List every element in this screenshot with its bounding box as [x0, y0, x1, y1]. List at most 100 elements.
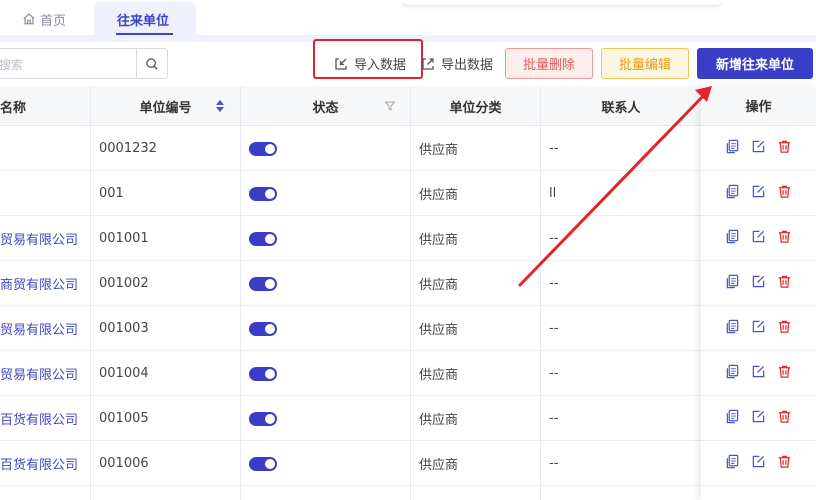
toggle-switch[interactable]	[249, 456, 277, 471]
header-contact[interactable]: 联系人	[541, 86, 701, 126]
cell-name[interactable]: 商贸有限公司	[0, 261, 90, 306]
tab-home-label: 首页	[40, 13, 67, 29]
table-row[interactable]: 001 供应商 ll	[0, 171, 816, 216]
tab-home[interactable]: 首页	[22, 9, 66, 29]
status-toggle[interactable]	[249, 306, 277, 351]
search-input[interactable]: 搜索	[0, 56, 23, 73]
edit-icon[interactable]	[751, 274, 766, 293]
cell-contact: --	[549, 141, 559, 156]
toggle-switch[interactable]	[249, 186, 277, 201]
toggle-switch[interactable]	[249, 276, 277, 291]
row-actions	[701, 126, 816, 171]
toggle-switch[interactable]	[249, 231, 277, 246]
cell-category: 供应商	[419, 233, 459, 248]
cell-code: 001002	[99, 276, 149, 291]
export-icon	[422, 57, 434, 70]
copy-icon[interactable]	[725, 184, 740, 203]
cell-code: 001006	[99, 456, 149, 471]
copy-icon[interactable]	[725, 229, 740, 248]
header-status[interactable]: 状态	[241, 86, 410, 126]
header-category[interactable]: 单位分类	[411, 86, 540, 126]
table-row[interactable]: 商贸有限公司 001002 供应商 --	[0, 261, 816, 306]
row-actions	[701, 171, 816, 216]
cell-code: 001003	[99, 321, 149, 336]
filter-icon[interactable]	[385, 101, 395, 111]
batch-delete-button[interactable]: 批量删除	[505, 48, 593, 79]
cell-name[interactable]: 百货有限公司	[0, 441, 90, 486]
table-row[interactable]: 贸易有限公司 001001 供应商 --	[0, 216, 816, 261]
edit-icon[interactable]	[751, 364, 766, 383]
header-name[interactable]: 名称	[0, 86, 60, 126]
cell-contact: --	[549, 456, 559, 471]
delete-icon[interactable]	[777, 184, 792, 203]
cell-name[interactable]: 贸易有限公司	[0, 306, 90, 351]
cell-category: 供应商	[419, 278, 459, 293]
copy-icon[interactable]	[725, 319, 740, 338]
tab-partner-units[interactable]: 往来单位	[94, 2, 196, 38]
copy-icon[interactable]	[725, 409, 740, 428]
tab-active-label: 往来单位	[117, 14, 170, 29]
cell-name[interactable]: 贸易有限公司	[0, 351, 90, 396]
sort-icon[interactable]	[216, 100, 224, 112]
status-toggle[interactable]	[249, 351, 277, 396]
delete-icon[interactable]	[777, 364, 792, 383]
search-box: 搜索	[0, 48, 168, 79]
cell-name[interactable]	[0, 126, 90, 171]
export-data-label: 导出数据	[441, 58, 494, 73]
table-header: 名称 单位编号 状态 单位分类 联系人	[0, 86, 816, 126]
status-toggle[interactable]	[249, 126, 277, 171]
copy-icon[interactable]	[725, 364, 740, 383]
table-row[interactable]: 百货有限公司 001006 供应商 --	[0, 441, 816, 486]
edit-icon[interactable]	[751, 229, 766, 248]
table-row[interactable]: 百货有限公司 001005 供应商 --	[0, 396, 816, 441]
toggle-switch[interactable]	[249, 321, 277, 336]
status-toggle[interactable]	[249, 261, 277, 306]
cell-contact: --	[549, 366, 559, 381]
header-status-label: 状态	[312, 100, 339, 116]
copy-icon[interactable]	[725, 274, 740, 293]
status-toggle[interactable]	[249, 216, 277, 261]
edit-icon[interactable]	[751, 184, 766, 203]
status-toggle[interactable]	[249, 441, 277, 486]
edit-icon[interactable]	[751, 454, 766, 473]
cell-category: 供应商	[419, 143, 459, 158]
delete-icon[interactable]	[777, 409, 792, 428]
edit-icon[interactable]	[751, 409, 766, 428]
cell-code: 0001232	[99, 141, 157, 156]
search-button[interactable]	[136, 49, 167, 78]
batch-edit-button[interactable]: 批量编辑	[601, 48, 689, 79]
cell-category: 供应商	[419, 188, 459, 203]
cell-category: 供应商	[419, 323, 459, 338]
table-row[interactable]: 贸易有限公司 001004 供应商 --	[0, 351, 816, 396]
row-actions	[701, 261, 816, 306]
copy-icon[interactable]	[725, 139, 740, 158]
copy-icon[interactable]	[725, 454, 740, 473]
delete-icon[interactable]	[777, 274, 792, 293]
cell-contact: --	[549, 321, 559, 336]
cell-contact: --	[549, 276, 559, 291]
export-data-button[interactable]: 导出数据	[420, 54, 493, 73]
delete-icon[interactable]	[777, 229, 792, 248]
search-icon	[146, 57, 158, 70]
table-row[interactable]: 贸易有限公司 001003 供应商 --	[0, 306, 816, 351]
add-partner-unit-button[interactable]: 新增往来单位	[697, 48, 813, 79]
home-icon	[23, 13, 35, 25]
toggle-switch[interactable]	[249, 141, 277, 156]
cell-contact: --	[549, 411, 559, 426]
status-toggle[interactable]	[249, 171, 277, 216]
toggle-switch[interactable]	[249, 411, 277, 426]
table-row[interactable]: 0001232 供应商 --	[0, 126, 816, 171]
top-tab-bar: 首页 往来单位	[0, 0, 816, 38]
delete-icon[interactable]	[777, 319, 792, 338]
toggle-switch[interactable]	[249, 366, 277, 381]
edit-icon[interactable]	[751, 139, 766, 158]
status-toggle[interactable]	[249, 396, 277, 441]
delete-icon[interactable]	[777, 454, 792, 473]
header-code[interactable]: 单位编号	[91, 86, 240, 126]
edit-icon[interactable]	[751, 319, 766, 338]
cell-contact: --	[549, 231, 559, 246]
delete-icon[interactable]	[777, 139, 792, 158]
cell-name[interactable]	[0, 171, 90, 216]
cell-name[interactable]: 百货有限公司	[0, 396, 90, 441]
cell-name[interactable]: 贸易有限公司	[0, 216, 90, 261]
